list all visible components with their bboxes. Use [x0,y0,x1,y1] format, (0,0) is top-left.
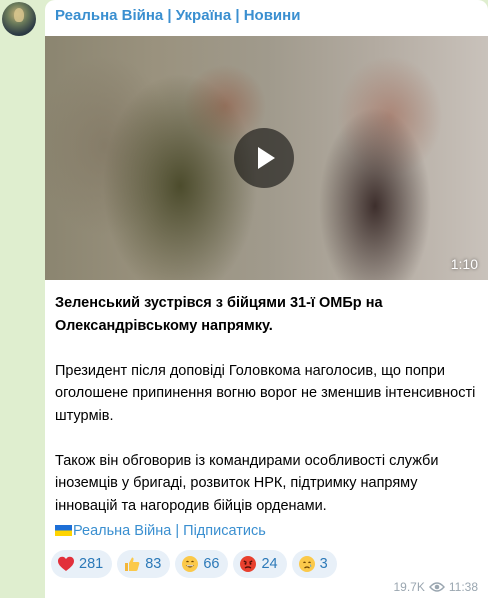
post-paragraph: Також він обговорив із командирами особл… [55,452,439,514]
heart-icon [57,555,75,573]
channel-avatar[interactable] [2,2,36,36]
reaction-count: 83 [145,556,162,572]
thumbs-up-icon [123,555,141,573]
channel-name[interactable]: Реальна Війна | Україна | Новини [55,7,300,24]
reaction-thumbs-up[interactable]: 83 [117,550,171,578]
reaction-count: 3 [319,556,328,572]
eye-icon [428,581,445,593]
reaction-angry-face[interactable]: 24 [233,550,287,578]
angry-face-icon [239,555,257,573]
subscribe-link-label: Реальна Війна | Підписатись [73,523,266,539]
video-duration: 1:10 [450,256,478,272]
reaction-crying-face[interactable]: 3 [291,550,337,578]
crying-face-icon [298,555,316,573]
post-headline: Зеленський зустрівся з бійцями 31-ї ОМБр… [55,295,383,334]
message-meta: 19.7K 11:38 [394,580,479,594]
post-text: Зеленський зустрівся з бійцями 31-ї ОМБр… [55,292,480,540]
reaction-grinning-face[interactable]: 66 [175,550,229,578]
view-count: 19.7K [393,580,425,594]
reaction-heart[interactable]: 281 [51,550,113,578]
post-paragraph: Президент після доповіді Головкома нагол… [55,362,476,424]
grinning-face-icon [181,555,199,573]
subscribe-link[interactable]: Реальна Війна | Підписатись [55,523,266,539]
reaction-count: 24 [261,556,278,572]
reaction-count: 66 [203,556,220,572]
reactions-bar: 281 83 66 24 3 [51,550,337,578]
play-button[interactable] [234,128,294,188]
ukraine-flag-icon [55,525,72,536]
video-preview[interactable]: 1:10 [45,36,488,280]
message-bubble: Реальна Війна | Україна | Новини 1:10 Зе… [45,0,488,598]
message-time: 11:38 [448,580,478,594]
reaction-count: 281 [79,556,104,572]
